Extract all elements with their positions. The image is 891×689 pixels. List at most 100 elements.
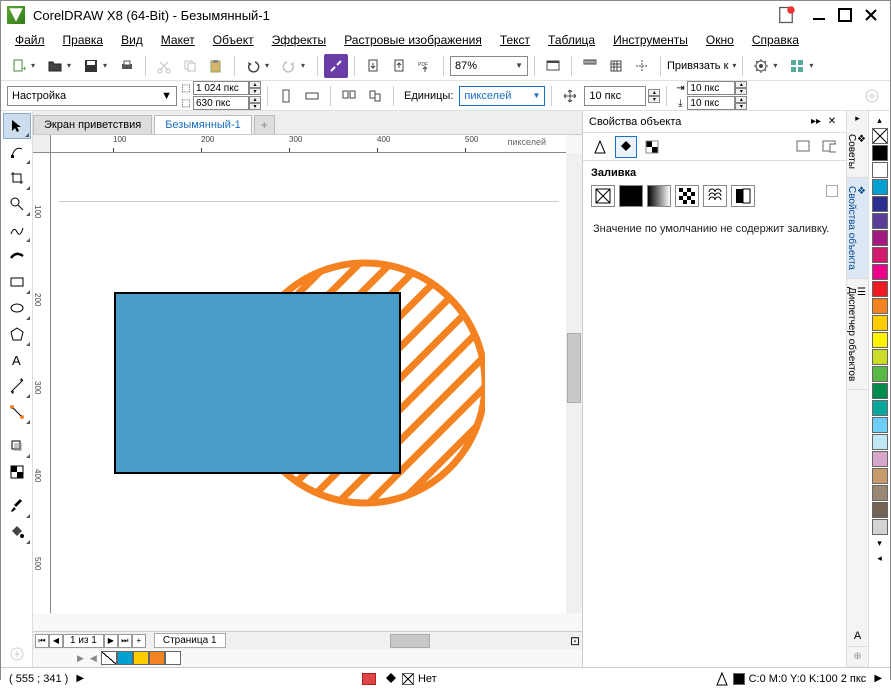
copy-button[interactable] bbox=[178, 54, 202, 78]
palette-swatch[interactable] bbox=[872, 179, 888, 195]
shape-tool[interactable] bbox=[3, 139, 31, 165]
menu-window[interactable]: Окно bbox=[698, 31, 742, 49]
page-first[interactable]: ⏮ bbox=[35, 634, 49, 648]
paste-button[interactable] bbox=[204, 54, 228, 78]
eyedropper-tool[interactable] bbox=[3, 493, 31, 519]
menu-bitmaps[interactable]: Растровые изображения bbox=[336, 31, 490, 49]
show-grid-button[interactable] bbox=[604, 54, 628, 78]
status-color-proof[interactable] bbox=[362, 673, 376, 685]
dup-y-input[interactable] bbox=[687, 96, 735, 110]
menu-edit[interactable]: Правка bbox=[55, 31, 112, 49]
pattern-fill-button[interactable] bbox=[675, 185, 699, 207]
scrollbar-vertical[interactable] bbox=[566, 153, 582, 613]
nudge-spinner[interactable]: ▴▾ bbox=[648, 89, 660, 103]
text-tool[interactable]: A bbox=[3, 347, 31, 373]
palette-up[interactable]: ▴ bbox=[872, 113, 888, 127]
parallel-dimension-tool[interactable] bbox=[3, 373, 31, 399]
menu-file[interactable]: Файл bbox=[7, 31, 53, 49]
docker-tab-text[interactable]: A bbox=[847, 626, 868, 647]
fill-lock-icon[interactable] bbox=[826, 185, 838, 197]
no-fill-button[interactable] bbox=[591, 185, 615, 207]
status-outline-indicator[interactable]: C:0 M:0 Y:0 K:100 2 пкс bbox=[715, 672, 867, 686]
palette-swatch[interactable] bbox=[872, 434, 888, 450]
menu-table[interactable]: Таблица bbox=[540, 31, 603, 49]
menu-text[interactable]: Текст bbox=[492, 31, 538, 49]
dup-x-input[interactable] bbox=[687, 81, 735, 95]
zoom-combo[interactable]: 87%▼ bbox=[450, 56, 528, 76]
page-next[interactable]: ▶ bbox=[104, 634, 118, 648]
new-button[interactable]: + bbox=[7, 54, 31, 78]
undo-split[interactable]: ▾ bbox=[265, 61, 273, 70]
artistic-media-tool[interactable] bbox=[3, 243, 31, 269]
toolbox-customize[interactable] bbox=[3, 641, 31, 667]
zoom-tool[interactable] bbox=[3, 191, 31, 217]
options-split[interactable]: ▾ bbox=[773, 61, 781, 70]
tab-welcome[interactable]: Экран приветствия bbox=[33, 115, 152, 134]
notification-icon[interactable] bbox=[776, 6, 796, 24]
palette-swatch[interactable] bbox=[872, 298, 888, 314]
polygon-tool[interactable] bbox=[3, 321, 31, 347]
rectangle-tool[interactable] bbox=[3, 269, 31, 295]
uniform-fill-button[interactable] bbox=[619, 185, 643, 207]
status-fill-indicator[interactable]: Нет bbox=[384, 672, 437, 686]
docker-options-icon[interactable] bbox=[818, 136, 840, 158]
palette-swatch[interactable] bbox=[872, 485, 888, 501]
pick-tool[interactable] bbox=[3, 113, 31, 139]
palette-swatch[interactable] bbox=[872, 349, 888, 365]
status-coord-menu[interactable]: ▶ bbox=[76, 673, 84, 684]
snap-to-combo[interactable]: Привязать к ▾ bbox=[667, 56, 736, 76]
palette-swatch[interactable] bbox=[872, 332, 888, 348]
menu-object[interactable]: Объект bbox=[205, 31, 262, 49]
portrait-button[interactable] bbox=[274, 84, 298, 108]
postscript-fill-button[interactable] bbox=[731, 185, 755, 207]
redo-split[interactable]: ▾ bbox=[301, 61, 309, 70]
dup-y-spinner[interactable]: ▴▾ bbox=[735, 96, 747, 110]
palette-swatch[interactable] bbox=[872, 213, 888, 229]
palette-swatch[interactable] bbox=[872, 196, 888, 212]
landscape-button[interactable] bbox=[300, 84, 324, 108]
palette-swatch[interactable] bbox=[872, 315, 888, 331]
freehand-tool[interactable] bbox=[3, 217, 31, 243]
scroll-thumb-h[interactable] bbox=[390, 634, 430, 648]
all-pages-button[interactable] bbox=[337, 84, 361, 108]
palette-expand[interactable]: ◂ bbox=[872, 551, 888, 565]
outline-tab-icon[interactable] bbox=[589, 136, 611, 158]
view-navigator[interactable]: ⊡ bbox=[570, 634, 580, 648]
crop-tool[interactable] bbox=[3, 165, 31, 191]
page-prev[interactable]: ◀ bbox=[49, 634, 63, 648]
page-height-input[interactable] bbox=[193, 96, 249, 110]
height-spinner[interactable]: ▴▾ bbox=[249, 96, 261, 110]
palette-swatch[interactable] bbox=[872, 162, 888, 178]
import-button[interactable] bbox=[361, 54, 385, 78]
docker-side-arrow[interactable]: ▸ bbox=[847, 111, 868, 126]
redo-button[interactable] bbox=[277, 54, 301, 78]
docker-expand[interactable]: ▸▸ bbox=[808, 115, 824, 129]
maximize-button[interactable] bbox=[832, 5, 858, 25]
dup-x-spinner[interactable]: ▴▾ bbox=[735, 81, 747, 95]
minimize-button[interactable] bbox=[806, 5, 832, 25]
docker-close[interactable]: ✕ bbox=[824, 115, 840, 129]
scrollbar-horizontal[interactable] bbox=[230, 634, 566, 648]
current-page-button[interactable] bbox=[363, 84, 387, 108]
show-guides-button[interactable] bbox=[630, 54, 654, 78]
docker-tab-hints[interactable]: ❖Советы bbox=[847, 126, 868, 178]
docpal-swatch[interactable] bbox=[149, 651, 165, 665]
palette-swatch-none[interactable] bbox=[872, 128, 888, 144]
page-tab-1[interactable]: Страница 1 bbox=[154, 633, 226, 648]
tab-new[interactable]: + bbox=[254, 115, 275, 134]
drop-shadow-tool[interactable] bbox=[3, 433, 31, 459]
canvas[interactable] bbox=[51, 153, 566, 613]
palette-swatch[interactable] bbox=[872, 519, 888, 535]
nudge-input[interactable]: 10 пкс bbox=[584, 86, 646, 106]
menu-help[interactable]: Справка bbox=[744, 31, 807, 49]
page-add[interactable]: + bbox=[132, 634, 146, 648]
docker-tab-add[interactable]: ⊕ bbox=[847, 647, 868, 667]
menu-effects[interactable]: Эффекты bbox=[264, 31, 335, 49]
docpal-swatch[interactable] bbox=[117, 651, 133, 665]
search-content-button[interactable] bbox=[324, 54, 348, 78]
ellipse-tool[interactable] bbox=[3, 295, 31, 321]
status-outline-menu[interactable]: ▶ bbox=[874, 673, 882, 684]
fullscreen-preview-button[interactable] bbox=[541, 54, 565, 78]
menu-view[interactable]: Вид bbox=[113, 31, 151, 49]
connector-tool[interactable] bbox=[3, 399, 31, 425]
